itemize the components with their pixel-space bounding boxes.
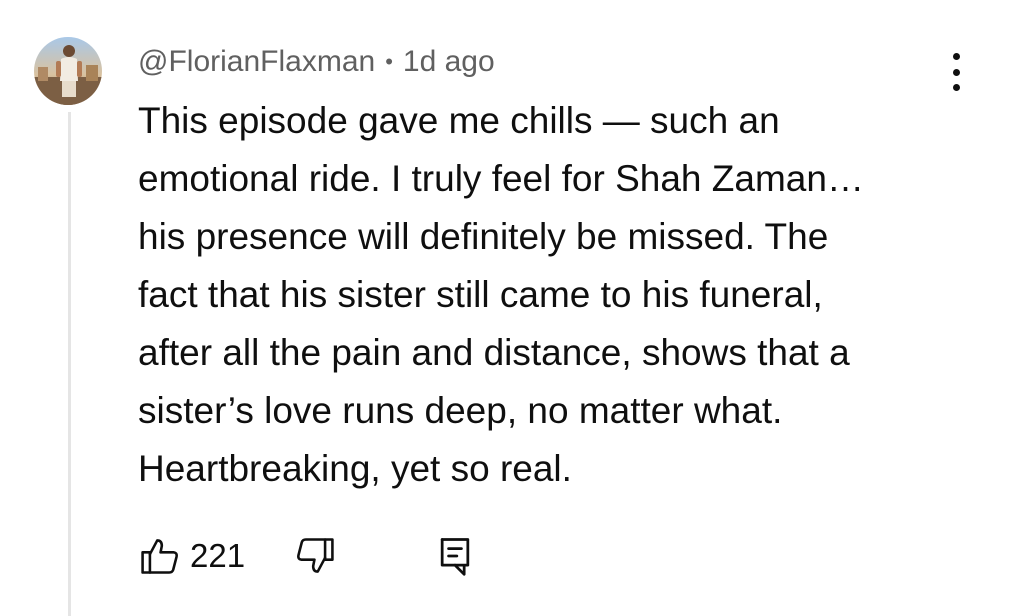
avatar-image [34,37,102,105]
comment-header: @FlorianFlaxman • 1d ago [138,40,495,84]
kebab-dot [952,68,960,76]
like-count: 221 [190,537,246,574]
like-button[interactable]: 221 [138,534,245,578]
reply-button[interactable] [433,534,477,578]
comment-line: Heartbreaking, yet so real. [138,448,572,489]
comment-line: after all the pain and distance, shows t… [138,332,850,373]
comment-line: his presence will definitely be missed. … [138,216,829,257]
kebab-dot [952,84,960,91]
thumbs-up-icon [141,539,178,574]
avatar[interactable] [34,37,102,105]
comment-line: sister’s love runs deep, no matter what. [138,390,783,431]
comment-line: This episode gave me chills — such an [138,100,780,141]
comment-actions: 221 [138,532,477,580]
thumbs-down-icon [297,538,334,573]
comment-author[interactable]: @FlorianFlaxman [138,45,375,79]
more-vertical-icon[interactable] [940,48,972,96]
reply-comment-icon [440,538,470,576]
comment-line: fact that his sister still came to his f… [138,274,823,315]
dislike-button[interactable] [293,534,337,578]
header-separator: • [385,49,393,74]
kebab-dot [952,53,960,60]
reply-thread-line [68,112,71,616]
comment-body: This episode gave me chills — such an em… [138,92,928,498]
comment-line: emotional ride. I truly feel for Shah Za… [138,158,864,199]
comment-timestamp[interactable]: 1d ago [403,45,495,79]
